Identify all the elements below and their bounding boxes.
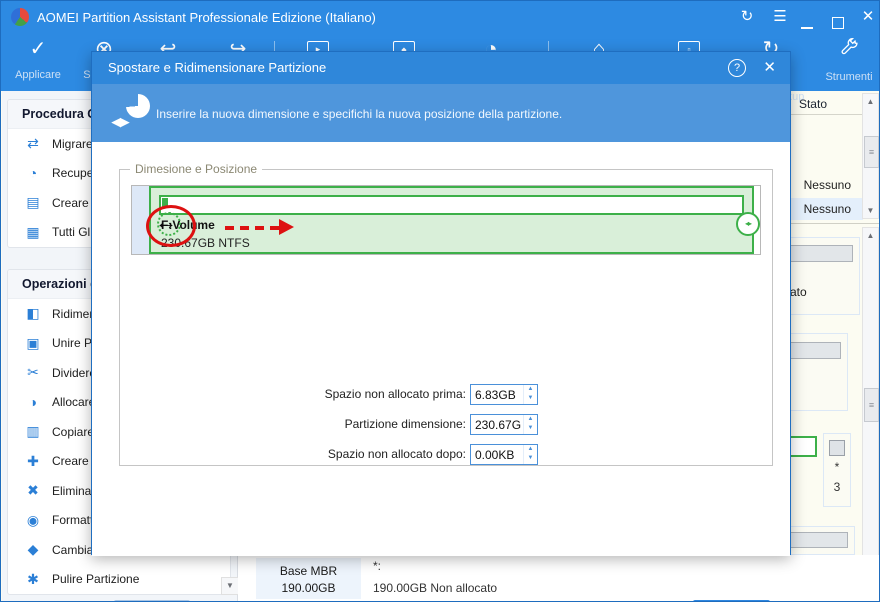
maximize-button[interactable] (827, 7, 849, 29)
help-icon[interactable]: ? (728, 59, 746, 77)
recover-icon: ◔ (28, 165, 38, 182)
field-label: Spazio non allocato dopo: (327, 447, 466, 461)
partition-star: * (834, 460, 840, 474)
merge-icon: ▣ (26, 334, 40, 351)
tools-label: Strumenti (825, 71, 873, 83)
partial-text: ato (790, 285, 807, 299)
dialog-instruction: Inserire la nuova dimensione e specifich… (156, 107, 563, 121)
annotation-arrow-shaft (225, 226, 279, 230)
dialog-banner: ◂▸ Inserire la nuova dimensione e specif… (92, 84, 790, 142)
apply-label: Applicare (15, 69, 61, 81)
split-icon: ✂ (27, 364, 39, 381)
partition-size-input[interactable] (475, 416, 521, 433)
disk-migrate-icon: ⇄ (27, 135, 39, 152)
annotation-circle (146, 205, 196, 247)
spin-up-icon[interactable]: ▲ (524, 445, 537, 454)
move-resize-dialog: Spostare e Ridimensionare Partizione ? ✕… (91, 51, 791, 601)
spin-down-icon[interactable]: ▼ (524, 394, 537, 403)
annotation-arrow-head (279, 219, 294, 235)
partition-bar: F:Volume 230.67GB NTFS ◂▸ ↔ (131, 185, 761, 255)
sidebar-item-label: Pulire Partizione (52, 572, 140, 587)
sidebar-scroll-down-arrow[interactable]: ▼ (221, 577, 239, 595)
dialog-title: Spostare e Ridimensionare Partizione (108, 60, 327, 75)
disk-type: Base MBR (279, 564, 338, 578)
change-letter-icon: ◆ (27, 541, 39, 558)
title-bar: AOMEI Partition Assistant Professionale … (1, 1, 879, 33)
scroll-up-arrow[interactable]: ▲ (863, 94, 878, 109)
partition-size-input-box: ▲▼ (470, 414, 538, 435)
unallocated-before-input[interactable] (475, 386, 521, 403)
partition-info: 190.00GB Non allocato (373, 581, 498, 595)
unallocated-before-input-box: ▲▼ (470, 384, 538, 405)
disk-size: 190.00GB (281, 581, 336, 595)
format-icon: ◉ (26, 511, 40, 528)
column-header-stato[interactable]: Stato (799, 97, 827, 111)
spin-down-icon[interactable]: ▼ (524, 424, 537, 433)
pie-glyph (126, 94, 150, 118)
close-button[interactable]: ✕ (857, 7, 879, 27)
tools-button[interactable]: Strumenti (819, 37, 879, 83)
wrench-icon (819, 37, 879, 63)
clean-icon: ✱ (27, 570, 39, 587)
dialog-title-bar[interactable]: Spostare e Ridimensionare Partizione ? ✕ (92, 52, 790, 84)
table-cell-status: Nessuno (803, 202, 851, 216)
delete-icon: ✖ (27, 482, 39, 499)
check-icon: ✓ (29, 38, 47, 60)
spin-up-icon[interactable]: ▲ (524, 385, 537, 394)
arrows-glyph: ◂▸ (112, 112, 130, 131)
unallocated-after-input[interactable] (475, 446, 521, 463)
field-row-unallocated-before: Spazio non allocato prima: ▲▼ (180, 384, 560, 406)
minimize-glyph (801, 27, 813, 29)
scroll-up-arrow[interactable]: ▲ (863, 228, 878, 243)
spin-up-icon[interactable]: ▲ (524, 415, 537, 424)
create-partition-icon: ✚ (27, 452, 39, 469)
app-window: AOMEI Partition Assistant Professionale … (0, 0, 880, 602)
scroll-down-arrow[interactable]: ▼ (863, 203, 878, 218)
refresh-icon[interactable]: ↻ (736, 7, 758, 27)
app-logo-icon (11, 8, 29, 26)
dialog-body: Dimesione e Posizione F:Volume 230.67GB … (92, 142, 790, 601)
new-disk-icon: ▤ (26, 194, 40, 211)
all-tools-icon: ▦ (26, 223, 40, 240)
partition-label: *: (373, 559, 382, 573)
scrollbar-thumb[interactable]: ≡ (864, 136, 879, 168)
field-row-unallocated-after: Spazio non allocato dopo: ▲▼ (180, 444, 560, 466)
spinner[interactable]: ▲ ▼ (523, 445, 537, 464)
field-row-partition-size: Partizione dimensione: ▲▼ (180, 414, 560, 436)
right-resize-handle[interactable]: ◂▸ (736, 212, 760, 236)
spinner[interactable]: ▲ ▼ (523, 415, 537, 434)
allocate-icon: ◑ (28, 394, 38, 411)
unallocated-after-input-box: ▲▼ (470, 444, 538, 465)
menu-icon[interactable]: ☰ (769, 7, 791, 27)
table-scrollbar[interactable]: ▲ ≡ ▼ (862, 93, 879, 219)
size-position-groupbox: Dimesione e Posizione F:Volume 230.67GB … (119, 162, 773, 466)
app-title: AOMEI Partition Assistant Professionale … (37, 10, 376, 25)
table-cell-status: Nessuno (803, 178, 851, 192)
field-label: Partizione dimensione: (344, 417, 466, 431)
scrollbar-thumb[interactable]: ≡ (864, 388, 879, 422)
sidebar-item-wipe[interactable]: ✱ Pulire Partizione (8, 565, 230, 595)
spinner[interactable]: ▲ ▼ (523, 385, 537, 404)
field-label: Spazio non allocato prima: (324, 387, 466, 401)
disk-summary-box: Base MBR 190.00GB (256, 558, 361, 599)
panel-scrollbar[interactable]: ▲ ≡ ▼ (862, 227, 879, 601)
usage-bar (159, 195, 744, 215)
minimize-button[interactable] (796, 7, 818, 29)
apply-button[interactable]: ✓ Applicare (8, 37, 68, 81)
partition-swatch (829, 440, 845, 456)
disk-number: 3 (833, 480, 841, 494)
spin-down-icon[interactable]: ▼ (524, 454, 537, 463)
resize-icon: ◧ (26, 305, 40, 322)
disk-label-box: * 3 (823, 433, 851, 507)
groupbox-label: Dimesione e Posizione (130, 162, 263, 176)
disk-list-row[interactable]: Base MBR 190.00GB *: 190.00GB Non alloca… (238, 555, 879, 601)
dialog-close-icon[interactable]: ✕ (763, 59, 776, 77)
resize-partition-icon: ◂▸ (112, 94, 150, 131)
maximize-glyph (832, 17, 844, 29)
partition-area[interactable]: F:Volume 230.67GB NTFS ◂▸ ↔ (146, 186, 760, 254)
copy-icon: ▥ (26, 423, 40, 440)
